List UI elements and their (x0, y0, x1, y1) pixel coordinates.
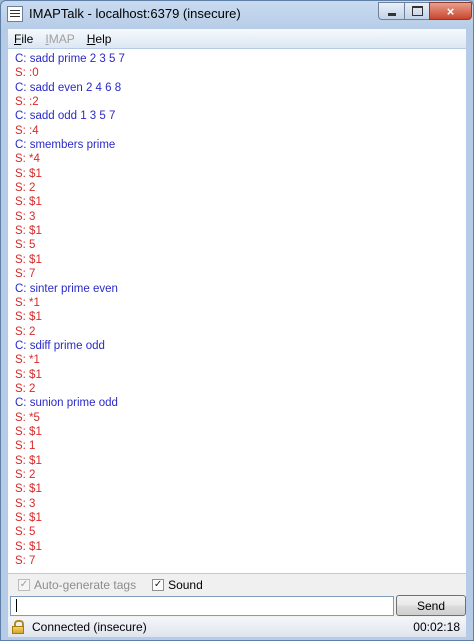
log-line-server: S: :4 (15, 124, 39, 137)
log-line-server: S: 2 (15, 468, 36, 481)
log-line-server: S: $1 (15, 483, 42, 496)
connection-status: Connected (insecure) (32, 620, 147, 634)
close-button[interactable]: × (429, 2, 472, 20)
log-line-server: S: 2 (15, 325, 36, 338)
log-line-client: C: sunion prime odd (15, 397, 118, 410)
log-line-server: S: *4 (15, 153, 40, 166)
sound-label: Sound (168, 577, 203, 592)
log-line-server: S: *1 (15, 296, 40, 309)
command-input[interactable] (10, 596, 394, 616)
log-line-server: S: *1 (15, 354, 40, 367)
sound-option[interactable]: ✓ Sound (152, 578, 203, 592)
log-line-server: S: $1 (15, 225, 42, 238)
log-line-client: C: sadd prime 2 3 5 7 (15, 53, 125, 65)
maximize-icon (411, 6, 423, 16)
send-button[interactable]: Send (396, 595, 466, 616)
log-line-server: S: $1 (15, 167, 42, 180)
menu-imap[interactable]: IMAP (39, 32, 80, 46)
text-caret (16, 599, 17, 612)
log-line-server: S: $1 (15, 196, 42, 209)
log-line-server: S: $1 (15, 368, 42, 381)
log-line-server: S: :0 (15, 67, 39, 80)
log-line-server: S: $1 (15, 425, 42, 438)
log-line-server: S: 3 (15, 210, 36, 223)
app-window: IMAPTalk - localhost:6379 (insecure) × F… (0, 0, 474, 641)
log-line-server: S: $1 (15, 512, 42, 524)
log-line-client: C: sadd odd 1 3 5 7 (15, 110, 116, 123)
log-line-server: S: $1 (15, 540, 42, 553)
log-line-server: S: 1 (15, 440, 36, 453)
maximize-button[interactable] (404, 2, 430, 20)
auto-generate-tags-label: Auto-generate tags (34, 577, 137, 592)
log-line-server: S: 5 (15, 239, 36, 252)
lock-icon (12, 620, 24, 634)
log-line-server: S: 3 (15, 497, 36, 510)
minimize-icon (387, 12, 396, 16)
minimize-button[interactable] (378, 2, 405, 20)
log-line-server: S: *5 (15, 411, 40, 424)
menu-bar: File IMAP Help (8, 29, 466, 48)
log-line-server: S: 5 (15, 526, 36, 539)
log-line-client: C: smembers prime (15, 139, 116, 152)
session-timer: 00:02:18 (413, 620, 460, 634)
session-log[interactable]: C: sadd prime 2 3 5 7 S: :0 C: sadd even 2… (8, 49, 466, 573)
window-title: IMAPTalk - localhost:6379 (insecure) (29, 6, 241, 21)
close-icon: × (446, 3, 455, 19)
log-line-server: S: 2 (15, 382, 36, 395)
log-line-server: S: $1 (15, 454, 42, 467)
menu-help[interactable]: Help (81, 32, 118, 46)
log-line-client: C: sinter prime even (15, 282, 118, 295)
status-bar: Connected (insecure) 00:02:18 (8, 617, 466, 637)
log-line-server: S: :2 (15, 96, 39, 109)
command-row: Send (8, 595, 466, 617)
auto-generate-tags-checkbox[interactable]: ✓ (18, 578, 30, 591)
sound-checkbox[interactable]: ✓ (152, 578, 165, 591)
log-line-server: S: 7 (15, 268, 36, 281)
log-line-client: C: sdiff prime odd (15, 339, 105, 352)
auto-generate-tags-option[interactable]: ✓ Auto-generate tags (18, 578, 136, 592)
app-window-icon (7, 6, 23, 22)
log-line-server: S: $1 (15, 253, 42, 266)
menu-file[interactable]: File (8, 32, 39, 46)
title-bar[interactable]: IMAPTalk - localhost:6379 (insecure) × (1, 1, 473, 27)
log-line-server: S: 2 (15, 182, 36, 195)
log-line-server: S: $1 (15, 311, 42, 324)
log-line-client: C: sadd even 2 4 6 8 (15, 81, 122, 94)
options-bar: ✓ Auto-generate tags ✓ Sound (8, 574, 466, 595)
log-line-server: S: 7 (15, 555, 36, 568)
